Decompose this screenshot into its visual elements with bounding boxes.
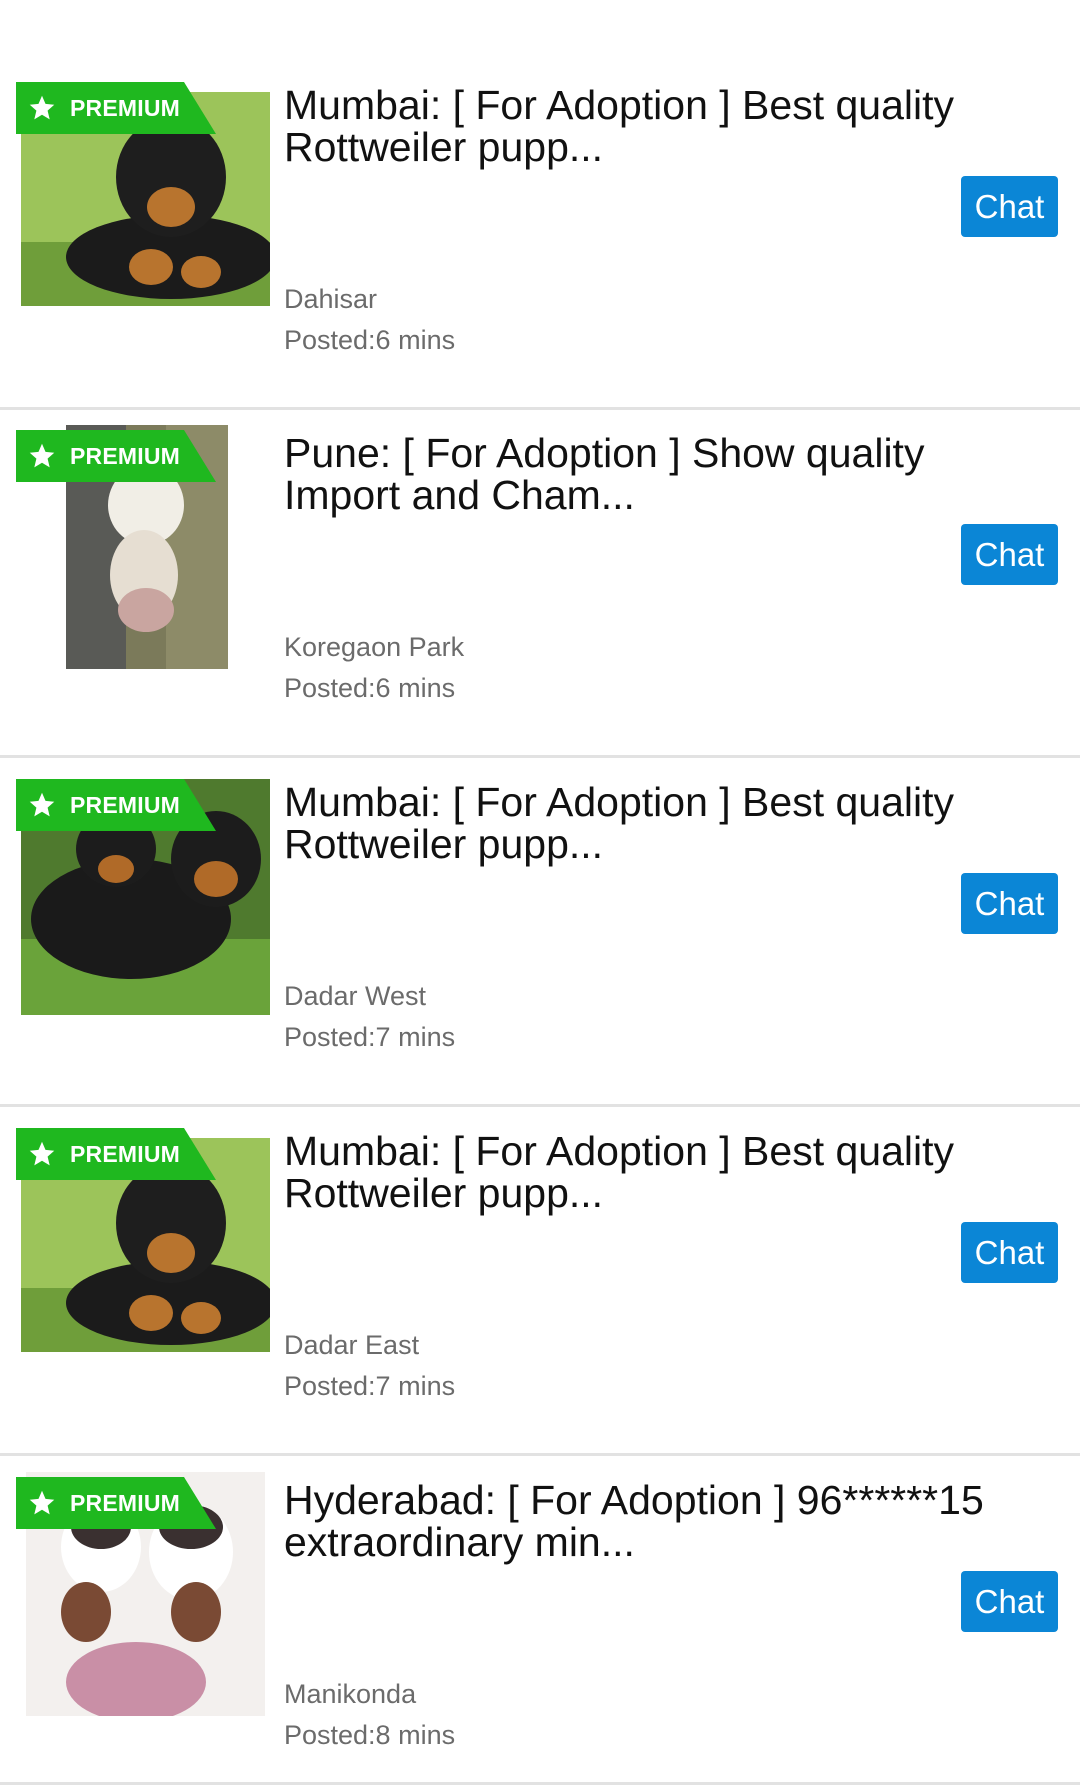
listing-title[interactable]: Pune: [ For Adoption ] Show quality Impo… bbox=[284, 432, 1044, 516]
premium-badge-label: PREMIUM bbox=[70, 792, 181, 818]
premium-badge-label: PREMIUM bbox=[70, 95, 181, 121]
listing-title[interactable]: Mumbai: [ For Adoption ] Best quality Ro… bbox=[284, 1130, 1044, 1214]
listing-posted-time: Posted:8 mins bbox=[284, 1720, 456, 1750]
chat-button[interactable]: Chat bbox=[961, 1571, 1058, 1632]
premium-badge-label: PREMIUM bbox=[70, 1490, 181, 1516]
chat-button[interactable]: Chat bbox=[961, 176, 1058, 237]
listing-location: Dadar West bbox=[284, 981, 427, 1011]
listing-title[interactable]: Mumbai: [ For Adoption ] Best quality Ro… bbox=[284, 84, 1044, 168]
listing-title[interactable]: Mumbai: [ For Adoption ] Best quality Ro… bbox=[284, 781, 1044, 865]
premium-badge: PREMIUM bbox=[16, 82, 216, 134]
listing-posted-time: Posted:6 mins bbox=[284, 325, 456, 355]
star-icon bbox=[29, 95, 55, 120]
chat-button[interactable]: Chat bbox=[961, 524, 1058, 585]
listing-location: Koregaon Park bbox=[284, 632, 465, 662]
star-icon bbox=[29, 792, 55, 817]
listing-posted-time: Posted:7 mins bbox=[284, 1022, 456, 1052]
listing-card[interactable]: PREMIUM Mumbai: [ For Adoption ] Best qu… bbox=[0, 1108, 1080, 1456]
star-icon bbox=[29, 1490, 55, 1515]
premium-badge-label: PREMIUM bbox=[70, 1141, 181, 1167]
premium-badge: PREMIUM bbox=[16, 779, 216, 831]
chat-button[interactable]: Chat bbox=[961, 873, 1058, 934]
star-icon bbox=[29, 1141, 55, 1166]
star-icon bbox=[29, 443, 55, 468]
listing-location: Dadar East bbox=[284, 1330, 420, 1360]
premium-badge: PREMIUM bbox=[16, 1477, 216, 1529]
chat-button[interactable]: Chat bbox=[961, 1222, 1058, 1283]
listing-location: Dahisar bbox=[284, 284, 378, 314]
listing-card[interactable]: PREMIUM Mumbai: [ For Adoption ] Best qu… bbox=[0, 759, 1080, 1107]
listing-posted-time: Posted:6 mins bbox=[284, 673, 456, 703]
premium-badge: PREMIUM bbox=[16, 1128, 216, 1180]
listing-title[interactable]: Hyderabad: [ For Adoption ] 96******15 e… bbox=[284, 1479, 1044, 1563]
listing-location: Manikonda bbox=[284, 1679, 417, 1709]
listing-card[interactable]: PREMIUM Mumbai: [ For Adoption ] Best qu… bbox=[0, 62, 1080, 410]
premium-badge: PREMIUM bbox=[16, 430, 216, 482]
premium-badge-label: PREMIUM bbox=[70, 443, 181, 469]
listing-card[interactable]: PREMIUM Pune: [ For Adoption ] Show qual… bbox=[0, 410, 1080, 758]
listing-posted-time: Posted:7 mins bbox=[284, 1371, 456, 1401]
listing-card[interactable]: PREMIUM Hyderabad: [ For Adoption ] 96**… bbox=[0, 1457, 1080, 1785]
